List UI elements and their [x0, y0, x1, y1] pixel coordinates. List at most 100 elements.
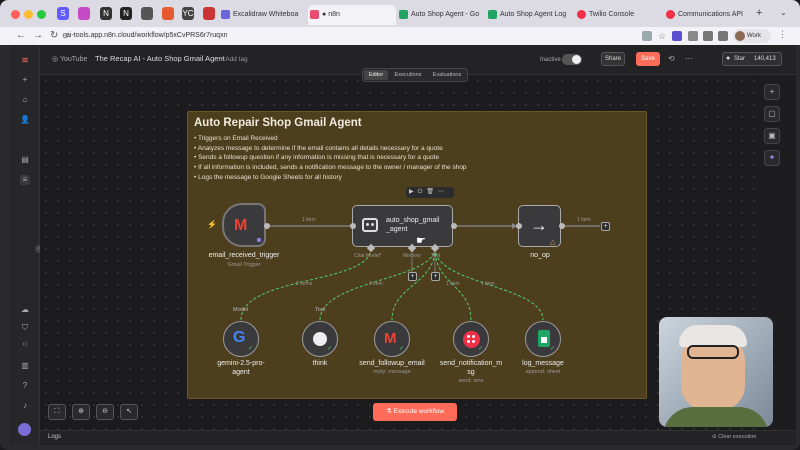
gemini-label-line2: agent: [232, 369, 250, 376]
download-icon[interactable]: [703, 31, 713, 41]
tab-icon-stripe[interactable]: S: [57, 7, 69, 20]
user-avatar[interactable]: [18, 423, 31, 436]
sidebar-icon[interactable]: [718, 31, 728, 41]
more-icon[interactable]: ⋯: [438, 189, 448, 195]
active-toggle[interactable]: [562, 54, 582, 65]
lightning-icon: ⚡: [207, 220, 217, 229]
logs-bar[interactable]: Logs ⊘ Clear execution: [40, 430, 796, 444]
fit-view-icon[interactable]: ⛶: [48, 404, 66, 420]
gemini-node[interactable]: G ✓: [223, 321, 259, 357]
tab-n8n[interactable]: ● n8n: [308, 5, 396, 25]
user-icon[interactable]: 👤: [20, 115, 30, 125]
tab-icon-notion[interactable]: N: [100, 7, 112, 20]
logs-label: Logs: [48, 434, 62, 440]
reload-icon[interactable]: ↻: [50, 29, 58, 43]
trash-icon[interactable]: 🗑: [426, 189, 438, 195]
n8n-logo-icon[interactable]: ≋: [20, 55, 30, 65]
presenter-glasses: [687, 345, 739, 359]
extension-icon[interactable]: [642, 31, 652, 41]
ai-sparkle-icon[interactable]: ✦: [764, 150, 780, 166]
tab-icon-pinned-3[interactable]: [162, 7, 174, 20]
url-field[interactable]: ai-tools.app.n8n.cloud/workflow/p5xCvPRS…: [66, 29, 646, 43]
tab-communications-api[interactable]: Communications API: [664, 5, 752, 25]
forward-arrow-icon[interactable]: →: [33, 29, 43, 43]
execute-workflow-button[interactable]: ⚗ Execute workflow: [373, 403, 457, 421]
sticky-bullet: • If all information is included, sends …: [194, 164, 467, 172]
trigger-node[interactable]: M: [222, 203, 266, 247]
sticky-note-icon[interactable]: ▢: [764, 106, 780, 122]
zoom-window-dot[interactable]: [37, 10, 46, 19]
play-icon[interactable]: ▶: [409, 189, 418, 195]
agent-node[interactable]: auto_shop_gmail _agent: [352, 205, 453, 247]
add-tool-button[interactable]: +: [431, 272, 440, 281]
more-options-icon[interactable]: ⋯: [685, 54, 693, 63]
workflow-name[interactable]: The Recap AI - Auto Shop Gmail Agent: [95, 54, 225, 64]
help-icon[interactable]: ?: [20, 381, 30, 391]
think-node[interactable]: ✓: [302, 321, 338, 357]
more-menu-icon[interactable]: ⋮: [778, 29, 787, 40]
excalidraw-icon: [221, 10, 230, 19]
cloud-icon[interactable]: ☁: [20, 305, 30, 315]
tab-twilio-console[interactable]: Twilio Console: [575, 5, 663, 25]
shield-icon[interactable]: ⛉: [20, 323, 30, 333]
add-node-icon[interactable]: +: [764, 84, 780, 100]
clear-execution-button[interactable]: ⊘ Clear execution: [712, 434, 756, 440]
tab-label: ● n8n: [322, 11, 340, 18]
tab-icon-pinned-5[interactable]: [203, 7, 215, 20]
close-window-dot[interactable]: [11, 10, 20, 19]
save-button[interactable]: Save: [636, 52, 660, 66]
zoom-out-icon[interactable]: ⊖: [96, 404, 114, 420]
chart-icon[interactable]: ▥: [20, 361, 30, 371]
tab-icon-pinned-1[interactable]: [78, 7, 90, 20]
back-arrow-icon[interactable]: ←: [16, 29, 26, 43]
log-node[interactable]: ✓: [525, 321, 561, 357]
robot-icon: [362, 218, 378, 232]
input-handle[interactable]: [350, 223, 356, 229]
arrow-right-icon: →: [530, 215, 548, 235]
log-node-label: log_message: [522, 360, 564, 367]
tab-excalidraw[interactable]: Excalidraw Whiteboa: [219, 5, 307, 25]
project-breadcrumb[interactable]: ◎ YouTube: [52, 55, 87, 65]
input-handle[interactable]: [516, 223, 522, 229]
tab-icon-pinned-2[interactable]: [141, 7, 153, 20]
minimize-window-dot[interactable]: [24, 10, 33, 19]
output-handle[interactable]: [559, 223, 565, 229]
tab-auto-shop-agent-go[interactable]: Auto Shop Agent - Go: [397, 5, 485, 25]
add-memory-button[interactable]: +: [408, 272, 417, 281]
star-bookmark-icon[interactable]: ☆: [657, 31, 667, 41]
zoom-in-icon[interactable]: ⊕: [72, 404, 90, 420]
tab-auto-shop-agent-log[interactable]: Auto Shop Agent Log: [486, 5, 574, 25]
output-handle[interactable]: [264, 223, 270, 229]
home-icon[interactable]: ⌂: [20, 95, 30, 105]
tab-executions[interactable]: Executions: [392, 70, 424, 80]
notify-node[interactable]: ✓: [453, 321, 489, 357]
github-star-button[interactable]: ● Star 140,413: [722, 52, 782, 66]
pointer-tool-icon[interactable]: ↖: [120, 404, 138, 420]
share-button[interactable]: Share: [601, 52, 625, 66]
layers-icon[interactable]: ▤: [20, 155, 30, 165]
gemini-node-label: gemini-2.5-pro- agent: [201, 359, 281, 377]
extension-icon[interactable]: [672, 31, 682, 41]
tab-icon-n8n[interactable]: N: [120, 7, 132, 20]
project-label: YouTube: [59, 56, 88, 63]
new-tab-button[interactable]: +: [756, 7, 762, 19]
history-icon[interactable]: ⟲: [668, 54, 675, 63]
tab-evaluations[interactable]: Evaluations: [428, 70, 466, 80]
chevron-down-icon[interactable]: ⌄: [780, 8, 787, 18]
tab-editor[interactable]: Editor: [364, 70, 388, 80]
tab-icon-pinned-4[interactable]: YC: [182, 7, 194, 20]
followup-node[interactable]: M ✓: [374, 321, 410, 357]
bell-icon[interactable]: ♪: [20, 401, 30, 411]
add-icon[interactable]: +: [20, 75, 30, 85]
tab-label: Excalidraw Whiteboa: [233, 11, 299, 18]
port-label: Memory: [403, 253, 422, 259]
puzzle-icon[interactable]: [688, 31, 698, 41]
panel-icon[interactable]: ▣: [764, 128, 780, 144]
notify-node-subtitle: send: sms: [458, 378, 484, 384]
stack-icon[interactable]: ≡: [20, 175, 30, 185]
variables-icon[interactable]: ⁽⁾: [20, 341, 30, 351]
add-tag-link[interactable]: + Add tag: [220, 55, 248, 65]
add-node-button[interactable]: +: [601, 222, 610, 231]
profile-button[interactable]: Work: [733, 29, 771, 43]
output-handle[interactable]: [451, 223, 457, 229]
